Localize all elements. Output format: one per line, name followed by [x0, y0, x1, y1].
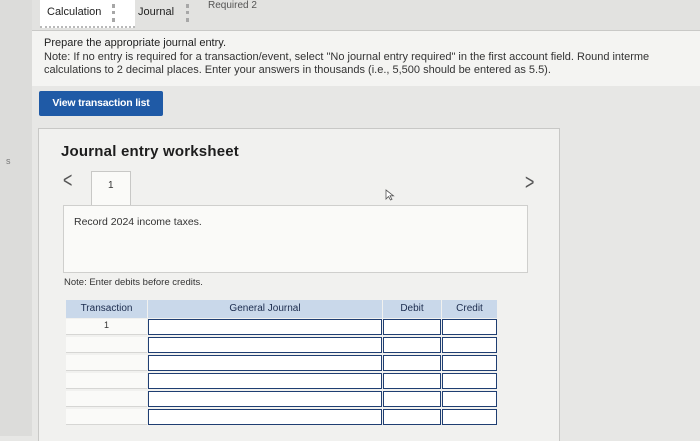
- credit-input[interactable]: [442, 391, 497, 407]
- account-input[interactable]: [148, 319, 382, 335]
- tab-required-2[interactable]: Required 2: [202, 0, 298, 20]
- transaction-description-box: Record 2024 income taxes.: [63, 205, 528, 273]
- table-row: [66, 391, 497, 407]
- table-row: [66, 409, 497, 425]
- column-header-credit: Credit: [442, 300, 498, 318]
- credit-input[interactable]: [442, 319, 497, 335]
- transaction-cell: [66, 337, 147, 353]
- transaction-cell: 1: [66, 319, 147, 335]
- tab-journal[interactable]: Journal: [131, 0, 210, 26]
- left-edge-mark: s: [6, 156, 11, 166]
- column-header-general-journal: General Journal: [148, 300, 383, 318]
- next-chevron-icon[interactable]: >: [525, 171, 534, 196]
- step-tab-1[interactable]: 1: [91, 171, 131, 206]
- debit-input[interactable]: [383, 409, 441, 425]
- column-header-debit: Debit: [383, 300, 442, 318]
- tab-separator: [186, 4, 189, 22]
- mouse-cursor-icon: [385, 189, 395, 201]
- account-input[interactable]: [148, 337, 382, 353]
- credit-input[interactable]: [442, 373, 497, 389]
- credit-input[interactable]: [442, 409, 497, 425]
- instruction-note: Note: If no entry is required for a tran…: [44, 51, 649, 77]
- account-input[interactable]: [148, 355, 382, 371]
- table-row: [66, 373, 497, 389]
- step-number: 1: [108, 180, 114, 191]
- debit-input[interactable]: [383, 337, 441, 353]
- table-row: [66, 337, 497, 353]
- column-header-transaction: Transaction: [66, 300, 148, 318]
- tab-calculation[interactable]: Calculation: [40, 0, 135, 28]
- account-input[interactable]: [148, 391, 382, 407]
- transaction-cell: [66, 409, 147, 425]
- instructions-panel: Prepare the appropriate journal entry. N…: [32, 31, 700, 86]
- debit-input[interactable]: [383, 373, 441, 389]
- debits-credits-note: Note: Enter debits before credits.: [64, 277, 203, 288]
- transaction-description: Record 2024 income taxes.: [74, 216, 202, 228]
- transaction-cell: [66, 373, 147, 389]
- credit-input[interactable]: [442, 355, 497, 371]
- account-input[interactable]: [148, 409, 382, 425]
- debit-input[interactable]: [383, 319, 441, 335]
- worksheet-title: Journal entry worksheet: [61, 143, 239, 160]
- instruction-line-3: calculations to 2 decimal places. Enter …: [44, 64, 551, 76]
- previous-chevron-icon[interactable]: <: [63, 169, 72, 194]
- journal-entry-worksheet-panel: Journal entry worksheet < 1 > Record 202…: [38, 128, 560, 441]
- debit-input[interactable]: [383, 391, 441, 407]
- credit-input[interactable]: [442, 337, 497, 353]
- table-row: [66, 355, 497, 371]
- table-row: 1: [66, 319, 497, 335]
- left-edge-strip: s: [0, 0, 32, 436]
- instruction-line-2: Note: If no entry is required for a tran…: [44, 51, 650, 63]
- transaction-cell: [66, 355, 147, 371]
- top-tab-bar: Calculation Journal Required 2: [32, 0, 700, 31]
- transaction-cell: [66, 391, 147, 407]
- view-transaction-list-button[interactable]: View transaction list: [39, 91, 163, 116]
- tab-separator: [112, 4, 115, 22]
- instruction-line-1: Prepare the appropriate journal entry.: [44, 37, 227, 49]
- account-input[interactable]: [148, 373, 382, 389]
- debit-input[interactable]: [383, 355, 441, 371]
